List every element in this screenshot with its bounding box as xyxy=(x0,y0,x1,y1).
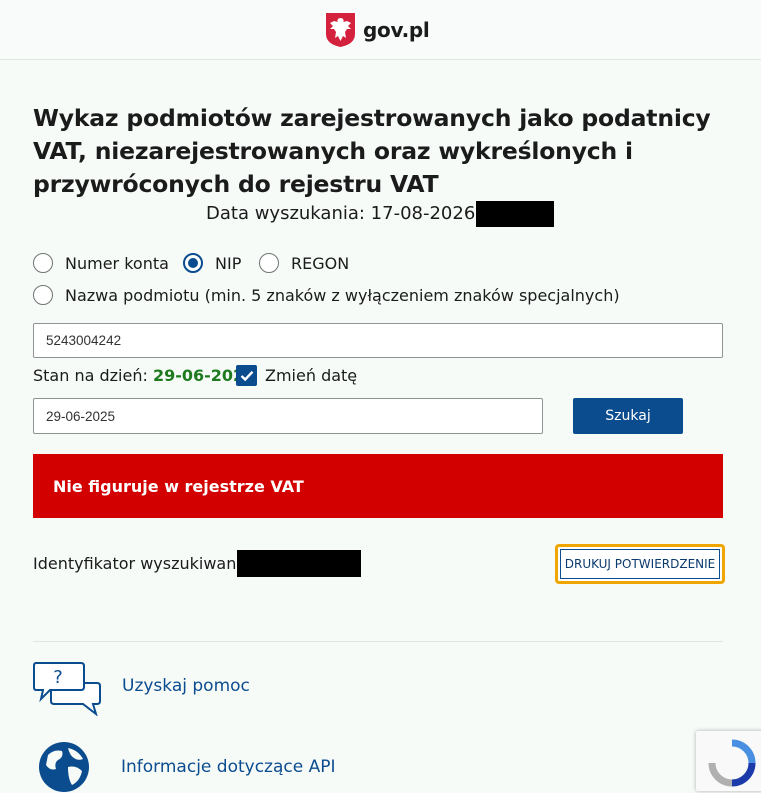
search-identifier-label: Identyfikator wyszukiwania: xyxy=(33,554,257,573)
radio-label: Numer konta xyxy=(65,253,169,273)
chat-help-icon: ? xyxy=(33,662,101,716)
stan-label: Stan na dzień: xyxy=(33,366,148,385)
site-name: gov.pl xyxy=(363,18,430,42)
svg-text:?: ? xyxy=(53,667,63,688)
recaptcha-badge[interactable] xyxy=(696,731,761,791)
radio-label: REGON xyxy=(291,253,350,273)
gov-logo-link[interactable]: gov.pl xyxy=(325,12,430,48)
print-confirmation-button[interactable]: DRUKUJ POTWIERDZENIE xyxy=(555,544,725,584)
globe-icon xyxy=(39,742,89,792)
page-title: Wykaz podmiotów zarejestrowanych jako po… xyxy=(33,104,711,198)
search-date: Data wyszukania: 17-08-2026 xyxy=(206,203,476,224)
change-date-checkbox[interactable] xyxy=(236,365,257,386)
stan-na-dzien: Stan na dzień: 29-06-2025 xyxy=(33,365,255,387)
radio-label: Nazwa podmiotu (min. 5 znaków z wyłączen… xyxy=(65,285,620,305)
recaptcha-icon xyxy=(708,739,756,787)
radio-numer-konta[interactable]: Numer konta xyxy=(33,253,169,273)
radio-regon[interactable]: REGON xyxy=(259,253,349,273)
radio-nip[interactable]: NIP xyxy=(183,253,241,273)
print-confirmation-label[interactable]: DRUKUJ POTWIERDZENIE xyxy=(560,549,720,579)
radio-label: NIP xyxy=(215,253,242,273)
api-info-link[interactable]: Informacje dotyczące API xyxy=(121,757,335,777)
change-date-label[interactable]: Zmień datę xyxy=(265,365,357,387)
polish-eagle-icon xyxy=(326,13,355,47)
radio-circle[interactable] xyxy=(33,285,53,305)
result-alert: Nie figuruje w rejestrze VAT xyxy=(33,454,723,518)
redaction-box xyxy=(237,550,361,577)
checkmark-icon xyxy=(240,370,253,381)
date-input[interactable]: 29-06-2025 xyxy=(33,398,543,434)
divider xyxy=(33,641,723,642)
redaction-box xyxy=(476,201,554,227)
radio-circle[interactable] xyxy=(259,253,279,273)
query-input[interactable]: 5243004242 xyxy=(33,323,723,358)
radio-circle-checked[interactable] xyxy=(183,253,203,273)
search-button[interactable]: Szukaj xyxy=(573,398,683,434)
radio-nazwa-podmiotu[interactable]: Nazwa podmiotu (min. 5 znaków z wyłączen… xyxy=(33,285,620,305)
radio-circle[interactable] xyxy=(33,253,53,273)
site-header: gov.pl xyxy=(0,0,761,60)
help-link[interactable]: Uzyskaj pomoc xyxy=(122,676,250,696)
